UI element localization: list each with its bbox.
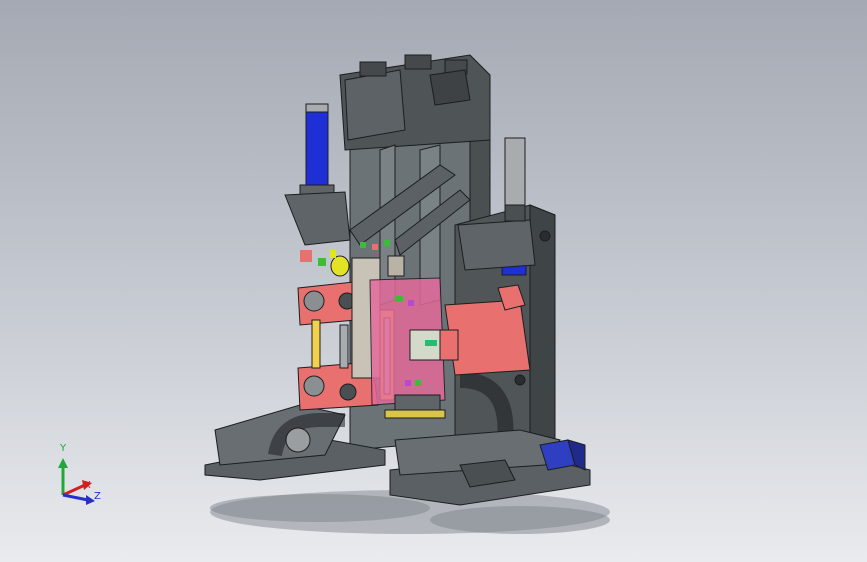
triad-y-label: Y <box>60 443 67 454</box>
left-pneumatic-cylinder <box>284 103 351 246</box>
central-clamp-housing <box>369 277 446 419</box>
triad-z-label: Z <box>94 491 101 502</box>
triad-x-axis <box>62 483 86 497</box>
triad-z-axis <box>62 493 89 502</box>
cad-model-view[interactable] <box>0 0 867 562</box>
graphics-viewport[interactable]: Y X Z <box>0 0 867 562</box>
triad-x-label: X <box>84 480 91 491</box>
right-foot <box>389 429 591 506</box>
